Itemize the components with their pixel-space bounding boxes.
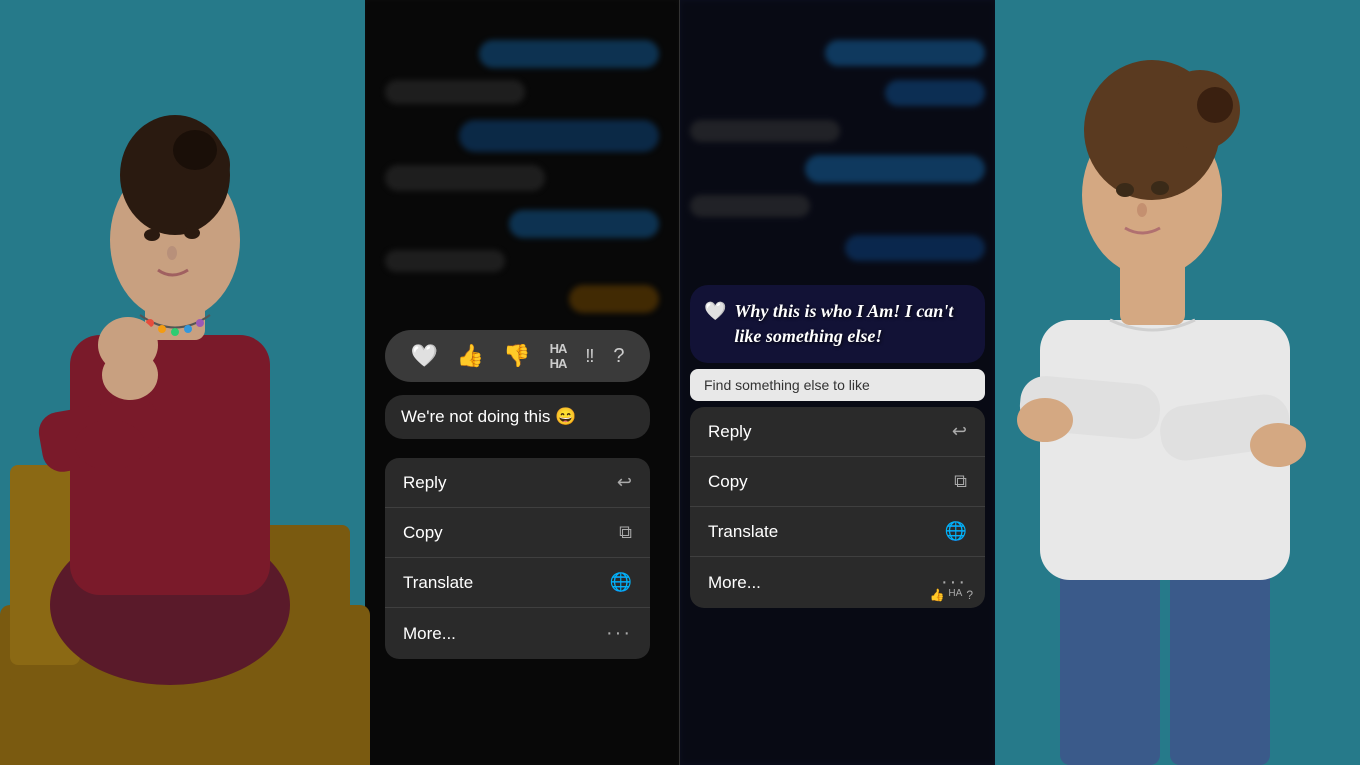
- menu-item-more-left[interactable]: More... ···: [385, 608, 650, 659]
- copy-icon-left: ⧉: [619, 522, 632, 543]
- copy-icon-right: ⧉: [954, 471, 967, 492]
- menu-label-more-right: More...: [708, 573, 761, 593]
- menu-label-reply-left: Reply: [403, 473, 446, 493]
- context-menu-left: Reply ↩︎ Copy ⧉ Translate 🌐 More... ···: [385, 458, 650, 659]
- handwriting-bubble: 🤍 Why this is who I Am! I can't like som…: [690, 285, 985, 363]
- hw-reaction-question: ?: [966, 588, 973, 602]
- message-bubble-left: We're not doing this 😄: [385, 395, 650, 439]
- reply-icon-left: ↩︎: [617, 472, 632, 493]
- phone-right: 🤍 Why this is who I Am! I can't like som…: [680, 0, 995, 765]
- menu-item-reply-left[interactable]: Reply ↩︎: [385, 458, 650, 508]
- find-something-label: Find something else to like: [690, 369, 985, 401]
- reply-icon-right: ↩︎: [952, 421, 967, 442]
- find-label-text: Find something else to like: [704, 377, 870, 393]
- handwriting-text: Why this is who I Am! I can't like somet…: [734, 299, 967, 349]
- reaction-thumbsup[interactable]: 👍: [457, 343, 484, 369]
- menu-label-translate-right: Translate: [708, 522, 778, 542]
- hw-reaction-haha: HA: [948, 588, 962, 602]
- context-menu-right: Reply ↩︎ Copy ⧉ Translate 🌐 More... ···: [690, 407, 985, 608]
- menu-item-translate-left[interactable]: Translate 🌐: [385, 558, 650, 608]
- person-left: [10, 85, 350, 685]
- menu-item-reply-right[interactable]: Reply ↩︎: [690, 407, 985, 457]
- menu-label-reply-right: Reply: [708, 422, 751, 442]
- reaction-thumbsdown[interactable]: 👎: [503, 343, 530, 369]
- menu-item-copy-left[interactable]: Copy ⧉: [385, 508, 650, 558]
- menu-label-more-left: More...: [403, 624, 456, 644]
- reaction-question[interactable]: ?: [613, 345, 624, 368]
- menu-label-copy-right: Copy: [708, 472, 748, 492]
- menu-item-copy-right[interactable]: Copy ⧉: [690, 457, 985, 507]
- reaction-exclaim[interactable]: ‼: [585, 346, 594, 367]
- translate-icon-right: 🌐: [945, 521, 967, 542]
- translate-icon-left: 🌐: [610, 572, 632, 593]
- bubble-heart-icon: 🤍: [704, 301, 726, 322]
- reaction-bar-left[interactable]: 🤍 👍 👎 HAHA ‼ ?: [385, 330, 650, 382]
- reaction-haha[interactable]: HAHA: [550, 341, 567, 371]
- menu-label-copy-left: Copy: [403, 523, 443, 543]
- reaction-heart[interactable]: 🤍: [410, 343, 437, 369]
- hw-reaction-thumb: 👍: [929, 588, 944, 602]
- more-icon-left: ···: [606, 622, 632, 645]
- message-text-left: We're not doing this 😄: [401, 407, 576, 426]
- person-right: [960, 0, 1360, 765]
- menu-label-translate-left: Translate: [403, 573, 473, 593]
- right-bubble-area: 🤍 Why this is who I Am! I can't like som…: [690, 285, 985, 608]
- phone-left: 🤍 👍 👎 HAHA ‼ ? We're not doing this 😄 Re…: [365, 0, 680, 765]
- menu-item-translate-right[interactable]: Translate 🌐: [690, 507, 985, 557]
- phones-container: 🤍 👍 👎 HAHA ‼ ? We're not doing this 😄 Re…: [365, 0, 995, 765]
